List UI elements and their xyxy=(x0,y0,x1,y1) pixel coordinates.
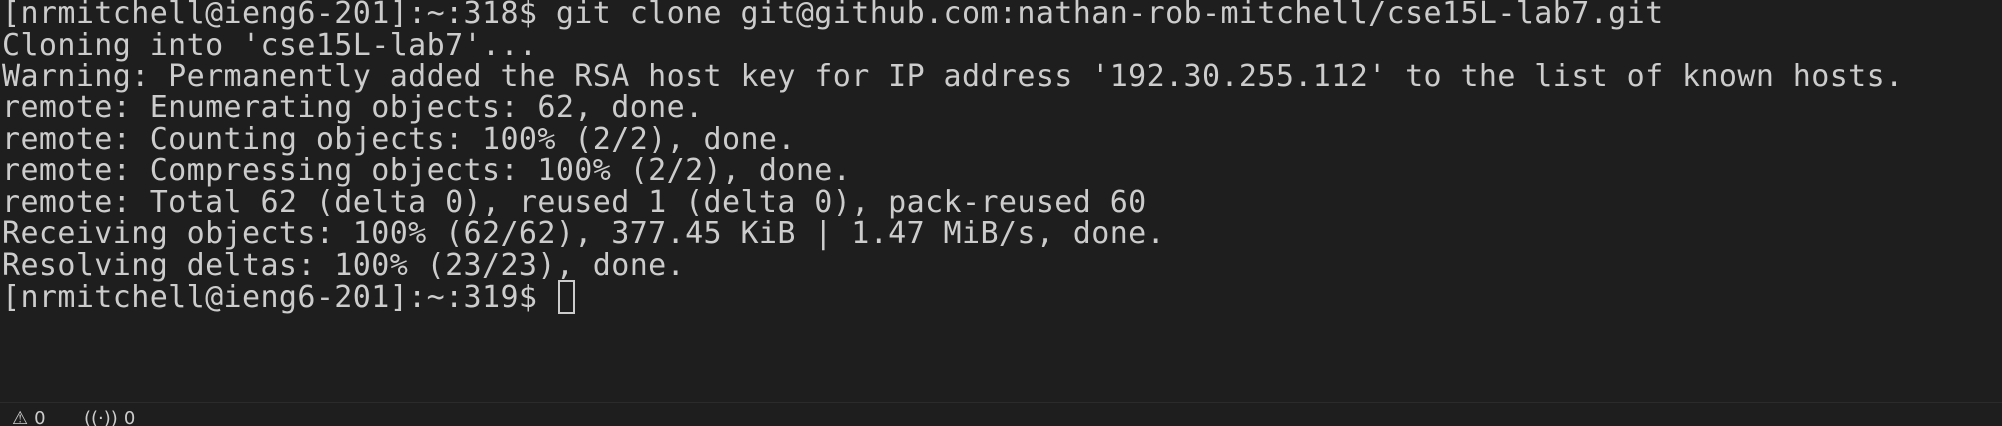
terminal-output[interactable]: [nrmitchell@ieng6-201]:~:318$ git clone … xyxy=(0,0,2002,400)
status-ports[interactable]: ((·)) 0 xyxy=(84,409,135,426)
status-ports-count: 0 xyxy=(123,408,136,426)
status-warnings[interactable]: ⚠ 0 xyxy=(12,409,46,426)
terminal-prompt-line[interactable]: [nrmitchell@ieng6-201]:~:319$ xyxy=(2,278,575,318)
terminal-prompt: [nrmitchell@ieng6-201]:~:319$ xyxy=(2,280,556,315)
status-bar: ⚠ 0 ((·)) 0 xyxy=(0,402,2002,426)
status-warnings-count: 0 xyxy=(34,408,46,426)
warning-icon: ⚠ xyxy=(12,408,29,426)
terminal-cursor xyxy=(557,280,575,314)
broadcast-icon: ((·)) xyxy=(84,408,118,426)
